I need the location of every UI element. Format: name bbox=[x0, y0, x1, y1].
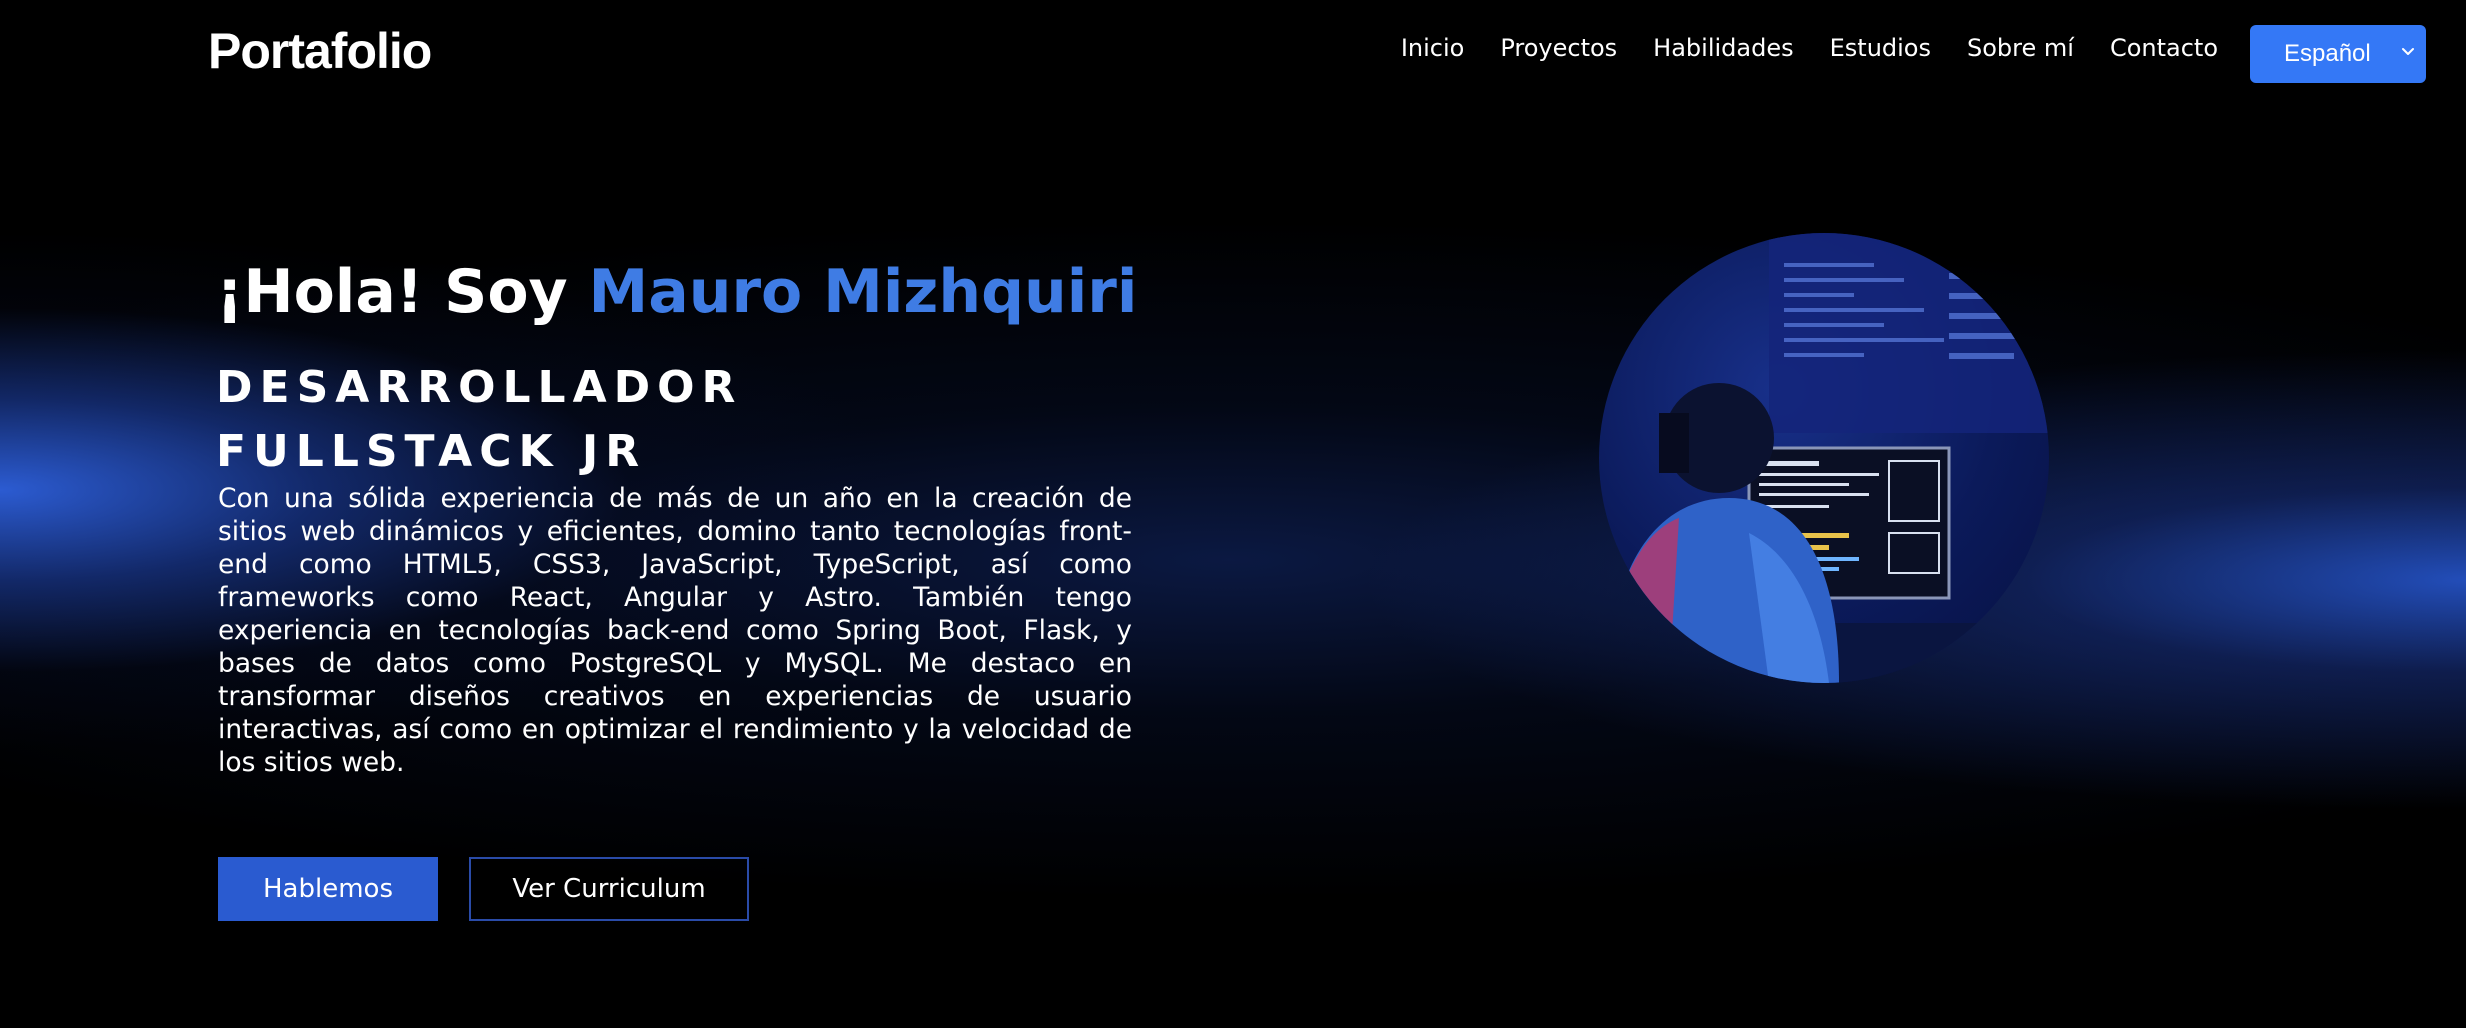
nav-link-sobre-mi[interactable]: Sobre mí bbox=[1967, 34, 2074, 62]
hero-role-line2: FULLSTACK JR bbox=[216, 426, 647, 477]
nav-link-habilidades[interactable]: Habilidades bbox=[1653, 34, 1793, 62]
language-select-value: Español bbox=[2284, 40, 2371, 67]
hero-name: Mauro Mizhquiri bbox=[588, 257, 1138, 327]
navbar: Portafolio Inicio Proyectos Habilidades … bbox=[0, 0, 2466, 110]
nav-link-proyectos[interactable]: Proyectos bbox=[1500, 34, 1617, 62]
nav-link-contacto[interactable]: Contacto bbox=[2110, 34, 2218, 62]
nav-links: Inicio Proyectos Habilidades Estudios So… bbox=[1401, 34, 2218, 62]
portrait-image bbox=[1599, 233, 2049, 683]
nav-link-inicio[interactable]: Inicio bbox=[1401, 34, 1465, 62]
developer-at-computer-photo bbox=[1599, 233, 2049, 683]
chevron-down-icon bbox=[2402, 48, 2414, 55]
ver-curriculum-button[interactable]: Ver Curriculum bbox=[469, 857, 749, 921]
hero-title: ¡Hola! Soy Mauro Mizhquiri bbox=[216, 256, 1137, 328]
hero-description: Con una sólida experiencia de más de un … bbox=[218, 483, 1132, 778]
hero-greeting: ¡Hola! Soy bbox=[216, 257, 589, 327]
hablemos-button[interactable]: Hablemos bbox=[218, 857, 438, 921]
brand-logo[interactable]: Portafolio bbox=[208, 22, 432, 80]
hero-role-line1: DESARROLLADOR bbox=[216, 362, 743, 413]
language-select[interactable]: Español bbox=[2250, 25, 2426, 83]
nav-link-estudios[interactable]: Estudios bbox=[1830, 34, 1931, 62]
hero-role: DESARROLLADOR FULLSTACK JR bbox=[216, 356, 1016, 484]
